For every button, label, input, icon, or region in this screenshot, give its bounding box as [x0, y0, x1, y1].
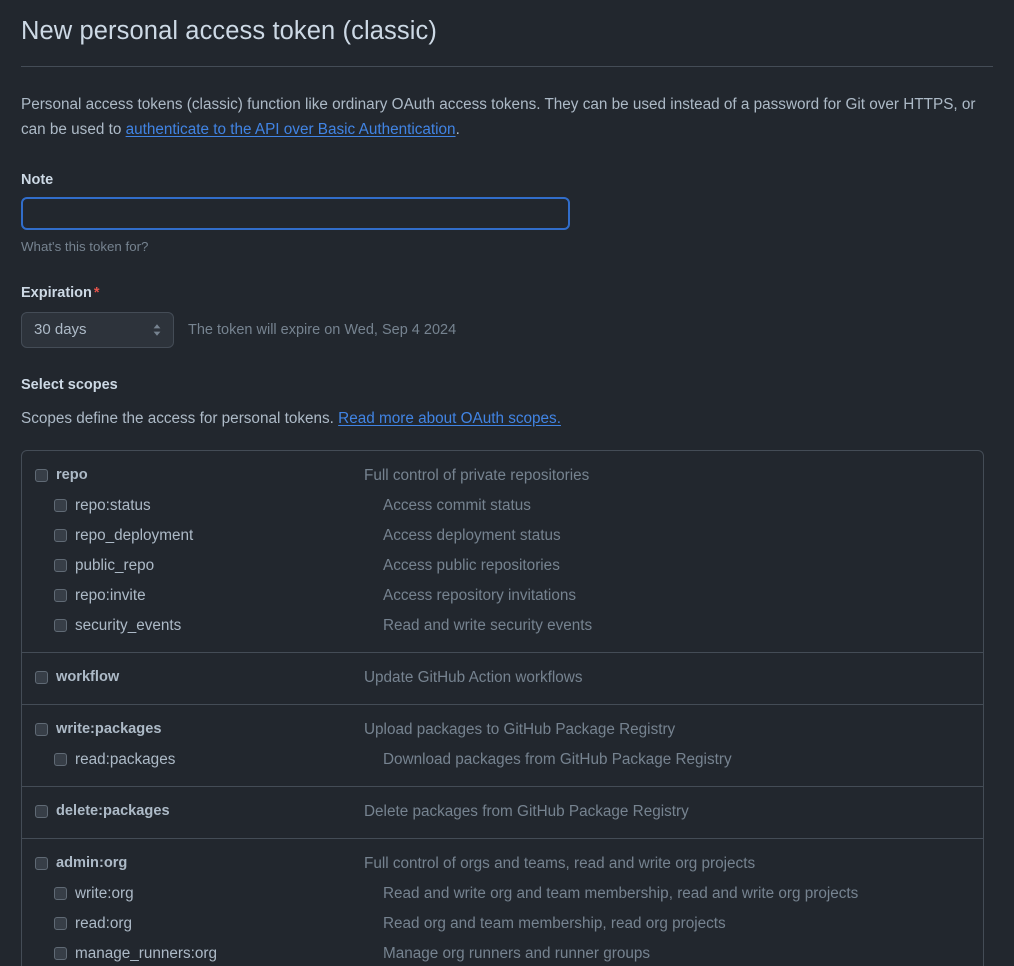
scope-checkbox-manage-runners-org[interactable]	[54, 947, 67, 961]
scope-row-write-org[interactable]: write:org Read and write org and team mem…	[22, 879, 983, 909]
scope-name[interactable]: write:org	[75, 883, 383, 905]
scope-name[interactable]: delete:packages	[56, 801, 364, 822]
intro-paragraph: Personal access tokens (classic) functio…	[21, 67, 993, 143]
scope-description: Full control of orgs and teams, read and…	[364, 854, 756, 872]
scope-row-read-packages[interactable]: read:packages Download packages from GitH…	[22, 745, 983, 775]
expiration-note: The token will expire on Wed, Sep 4 2024	[188, 321, 457, 338]
scope-description: Access repository invitations	[383, 586, 576, 604]
scope-checkbox-repo-deployment[interactable]	[54, 529, 67, 543]
scope-row-public-repo[interactable]: public_repo Access public repositories	[22, 551, 983, 581]
scope-checkbox-repo-status[interactable]	[54, 499, 67, 513]
scope-description: Read and write security events	[383, 616, 593, 634]
scope-checkbox-read-org[interactable]	[54, 917, 67, 931]
scope-description: Access public repositories	[383, 556, 560, 574]
scope-description: Access deployment status	[383, 526, 561, 544]
scope-row-repo[interactable]: repo Full control of private repositories	[22, 461, 983, 491]
note-input[interactable]	[21, 196, 570, 230]
scope-checkbox-delete-packages[interactable]	[35, 805, 48, 819]
scope-row-write-packages[interactable]: write:packages Upload packages to GitHub …	[22, 715, 983, 745]
scope-row-delete-packages[interactable]: delete:packages Delete packages from GitH…	[22, 797, 983, 827]
expiration-row: 7 days30 days60 days90 daysCustom...No e…	[21, 310, 993, 348]
expiration-label: Expiration *	[21, 256, 993, 310]
scope-checkbox-admin-org[interactable]	[35, 857, 48, 871]
required-asterisk: *	[93, 285, 100, 302]
scope-row-security-events[interactable]: security_events Read and write security e…	[22, 611, 983, 641]
scope-group: admin:org Full control of orgs and teams,…	[22, 839, 983, 966]
expiration-label-text: Expiration	[21, 285, 92, 302]
scope-name[interactable]: repo:invite	[75, 585, 383, 607]
scope-name[interactable]: repo	[56, 465, 364, 486]
scope-name[interactable]: write:packages	[56, 719, 364, 740]
scope-checkbox-write-packages[interactable]	[35, 723, 48, 737]
select-scopes-heading: Select scopes	[21, 376, 118, 393]
scope-description: Manage org runners and runner groups	[383, 944, 651, 962]
scope-description: Read org and team membership, read org p…	[383, 914, 726, 932]
scope-description: Delete packages from GitHub Package Regi…	[364, 802, 689, 820]
scope-description: Access commit status	[383, 496, 531, 514]
scope-row-repo-status[interactable]: repo:status Access commit status	[22, 491, 983, 521]
scope-checkbox-write-org[interactable]	[54, 887, 67, 901]
scope-name[interactable]: admin:org	[56, 853, 364, 874]
note-label: Note	[21, 171, 54, 188]
scope-name[interactable]: workflow	[56, 667, 364, 688]
scope-description: Download packages from GitHub Package Re…	[383, 750, 732, 768]
scope-row-manage-runners-org[interactable]: manage_runners:org Manage org runners and…	[22, 939, 983, 966]
scope-name[interactable]: security_events	[75, 615, 383, 637]
token-creation-page: New personal access token (classic) Pers…	[0, 0, 1014, 966]
scope-description: Read and write org and team membership, …	[383, 884, 859, 902]
scope-group: workflow Update GitHub Action workflows	[22, 653, 983, 705]
basic-auth-doc-link[interactable]: authenticate to the API over Basic Authe…	[126, 121, 456, 138]
scope-row-repo-invite[interactable]: repo:invite Access repository invitations	[22, 581, 983, 611]
scopes-description: Scopes define the access for personal to…	[21, 402, 993, 431]
scope-name[interactable]: manage_runners:org	[75, 943, 383, 965]
scope-group: repo Full control of private repositories…	[22, 451, 983, 653]
scopes-box: repo Full control of private repositories…	[21, 449, 984, 966]
intro-text-after: .	[455, 120, 460, 138]
scope-name[interactable]: repo:status	[75, 495, 383, 517]
note-help-text: What's this token for?	[21, 238, 149, 254]
scope-row-repo-deployment[interactable]: repo_deployment Access deployment status	[22, 521, 983, 551]
scope-checkbox-read-packages[interactable]	[54, 753, 67, 767]
scope-name[interactable]: read:org	[75, 913, 383, 935]
scope-checkbox-security-events[interactable]	[54, 619, 67, 633]
scope-checkbox-workflow[interactable]	[35, 671, 48, 685]
scope-row-admin-org[interactable]: admin:org Full control of orgs and teams,…	[22, 849, 983, 879]
scope-name[interactable]: public_repo	[75, 555, 383, 577]
scope-description: Update GitHub Action workflows	[364, 668, 583, 686]
scope-description: Full control of private repositories	[364, 466, 590, 484]
scope-group: delete:packages Delete packages from GitH…	[22, 787, 983, 839]
scope-row-read-org[interactable]: read:org Read org and team membership, re…	[22, 909, 983, 939]
scope-checkbox-repo-invite[interactable]	[54, 589, 67, 603]
expiration-select[interactable]: 7 days30 days60 days90 daysCustom...No e…	[21, 311, 174, 348]
scope-name[interactable]: repo_deployment	[75, 525, 383, 547]
scope-checkbox-public-repo[interactable]	[54, 559, 67, 573]
expiration-select-wrap: 7 days30 days60 days90 daysCustom...No e…	[21, 311, 174, 348]
scope-checkbox-repo[interactable]	[35, 469, 48, 483]
scopes-description-text: Scopes define the access for personal to…	[21, 409, 339, 427]
scope-description: Upload packages to GitHub Package Regist…	[364, 720, 676, 738]
page-title: New personal access token (classic)	[21, 17, 437, 45]
scope-group: write:packages Upload packages to GitHub …	[22, 705, 983, 787]
oauth-scopes-doc-link[interactable]: Read more about OAuth scopes.	[338, 410, 561, 427]
scope-row-workflow[interactable]: workflow Update GitHub Action workflows	[22, 663, 983, 693]
scope-name[interactable]: read:packages	[75, 749, 383, 771]
